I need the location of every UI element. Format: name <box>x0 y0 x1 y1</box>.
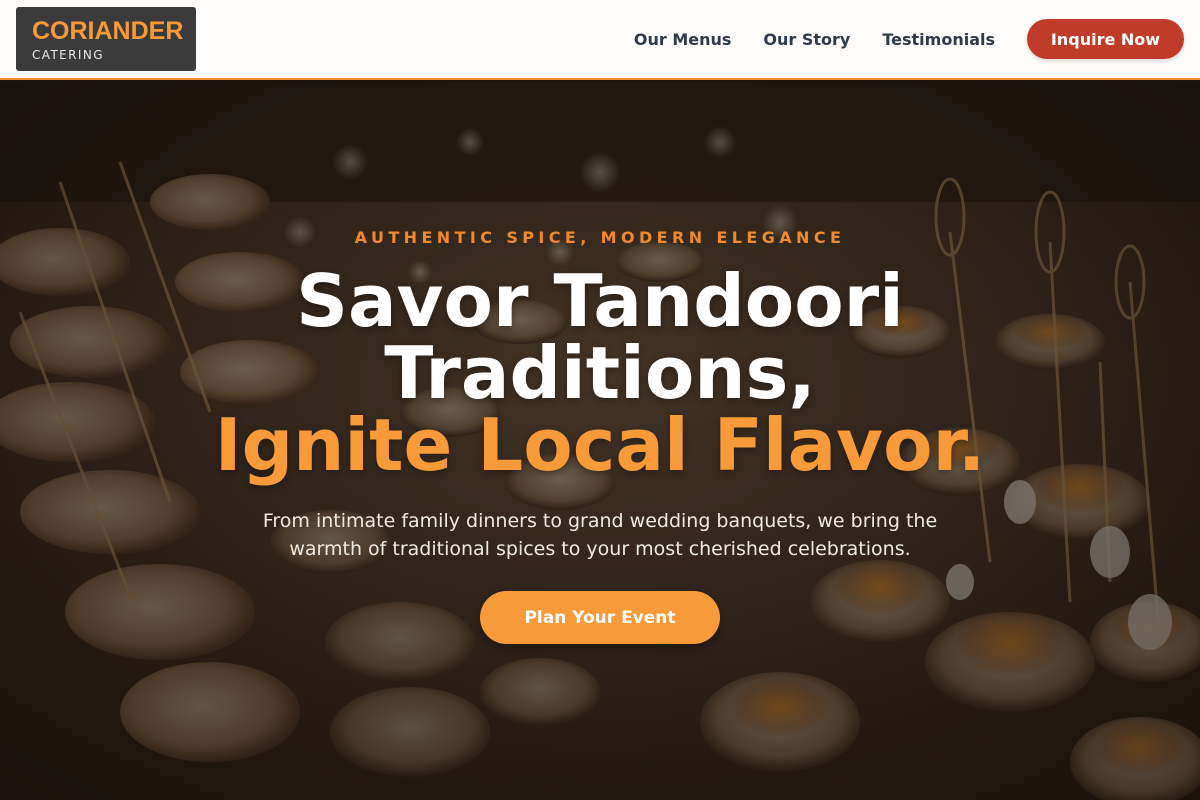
headline-line-2: Traditions, <box>384 331 816 415</box>
inquire-now-button[interactable]: Inquire Now <box>1027 19 1184 59</box>
hero-eyebrow: AUTHENTIC SPICE, MODERN ELEGANCE <box>354 228 846 247</box>
nav-link-testimonials[interactable]: Testimonials <box>882 30 995 49</box>
nav-link-our-story[interactable]: Our Story <box>763 30 850 49</box>
brand-logo[interactable]: CORIANDER CATERING <box>16 7 196 71</box>
headline-accent: Ignite Local Flavor. <box>214 403 986 487</box>
hero-section: AUTHENTIC SPICE, MODERN ELEGANCE Savor T… <box>0 82 1200 800</box>
main-nav: Our Menus Our Story Testimonials Inquire… <box>634 19 1184 59</box>
nav-link-our-menus[interactable]: Our Menus <box>634 30 732 49</box>
brand-name: CORIANDER <box>32 16 184 45</box>
hero-content: AUTHENTIC SPICE, MODERN ELEGANCE Savor T… <box>0 82 1200 800</box>
hero-subtext: From intimate family dinners to grand we… <box>262 510 938 560</box>
site-header: CORIANDER CATERING Our Menus Our Story T… <box>0 0 1200 80</box>
headline-line-1: Savor Tandoori <box>296 259 904 343</box>
brand-tagline: CATERING <box>32 47 104 62</box>
hero-headline: Savor Tandoori Traditions, Ignite Local … <box>215 265 985 481</box>
plan-your-event-button[interactable]: Plan Your Event <box>480 591 720 644</box>
